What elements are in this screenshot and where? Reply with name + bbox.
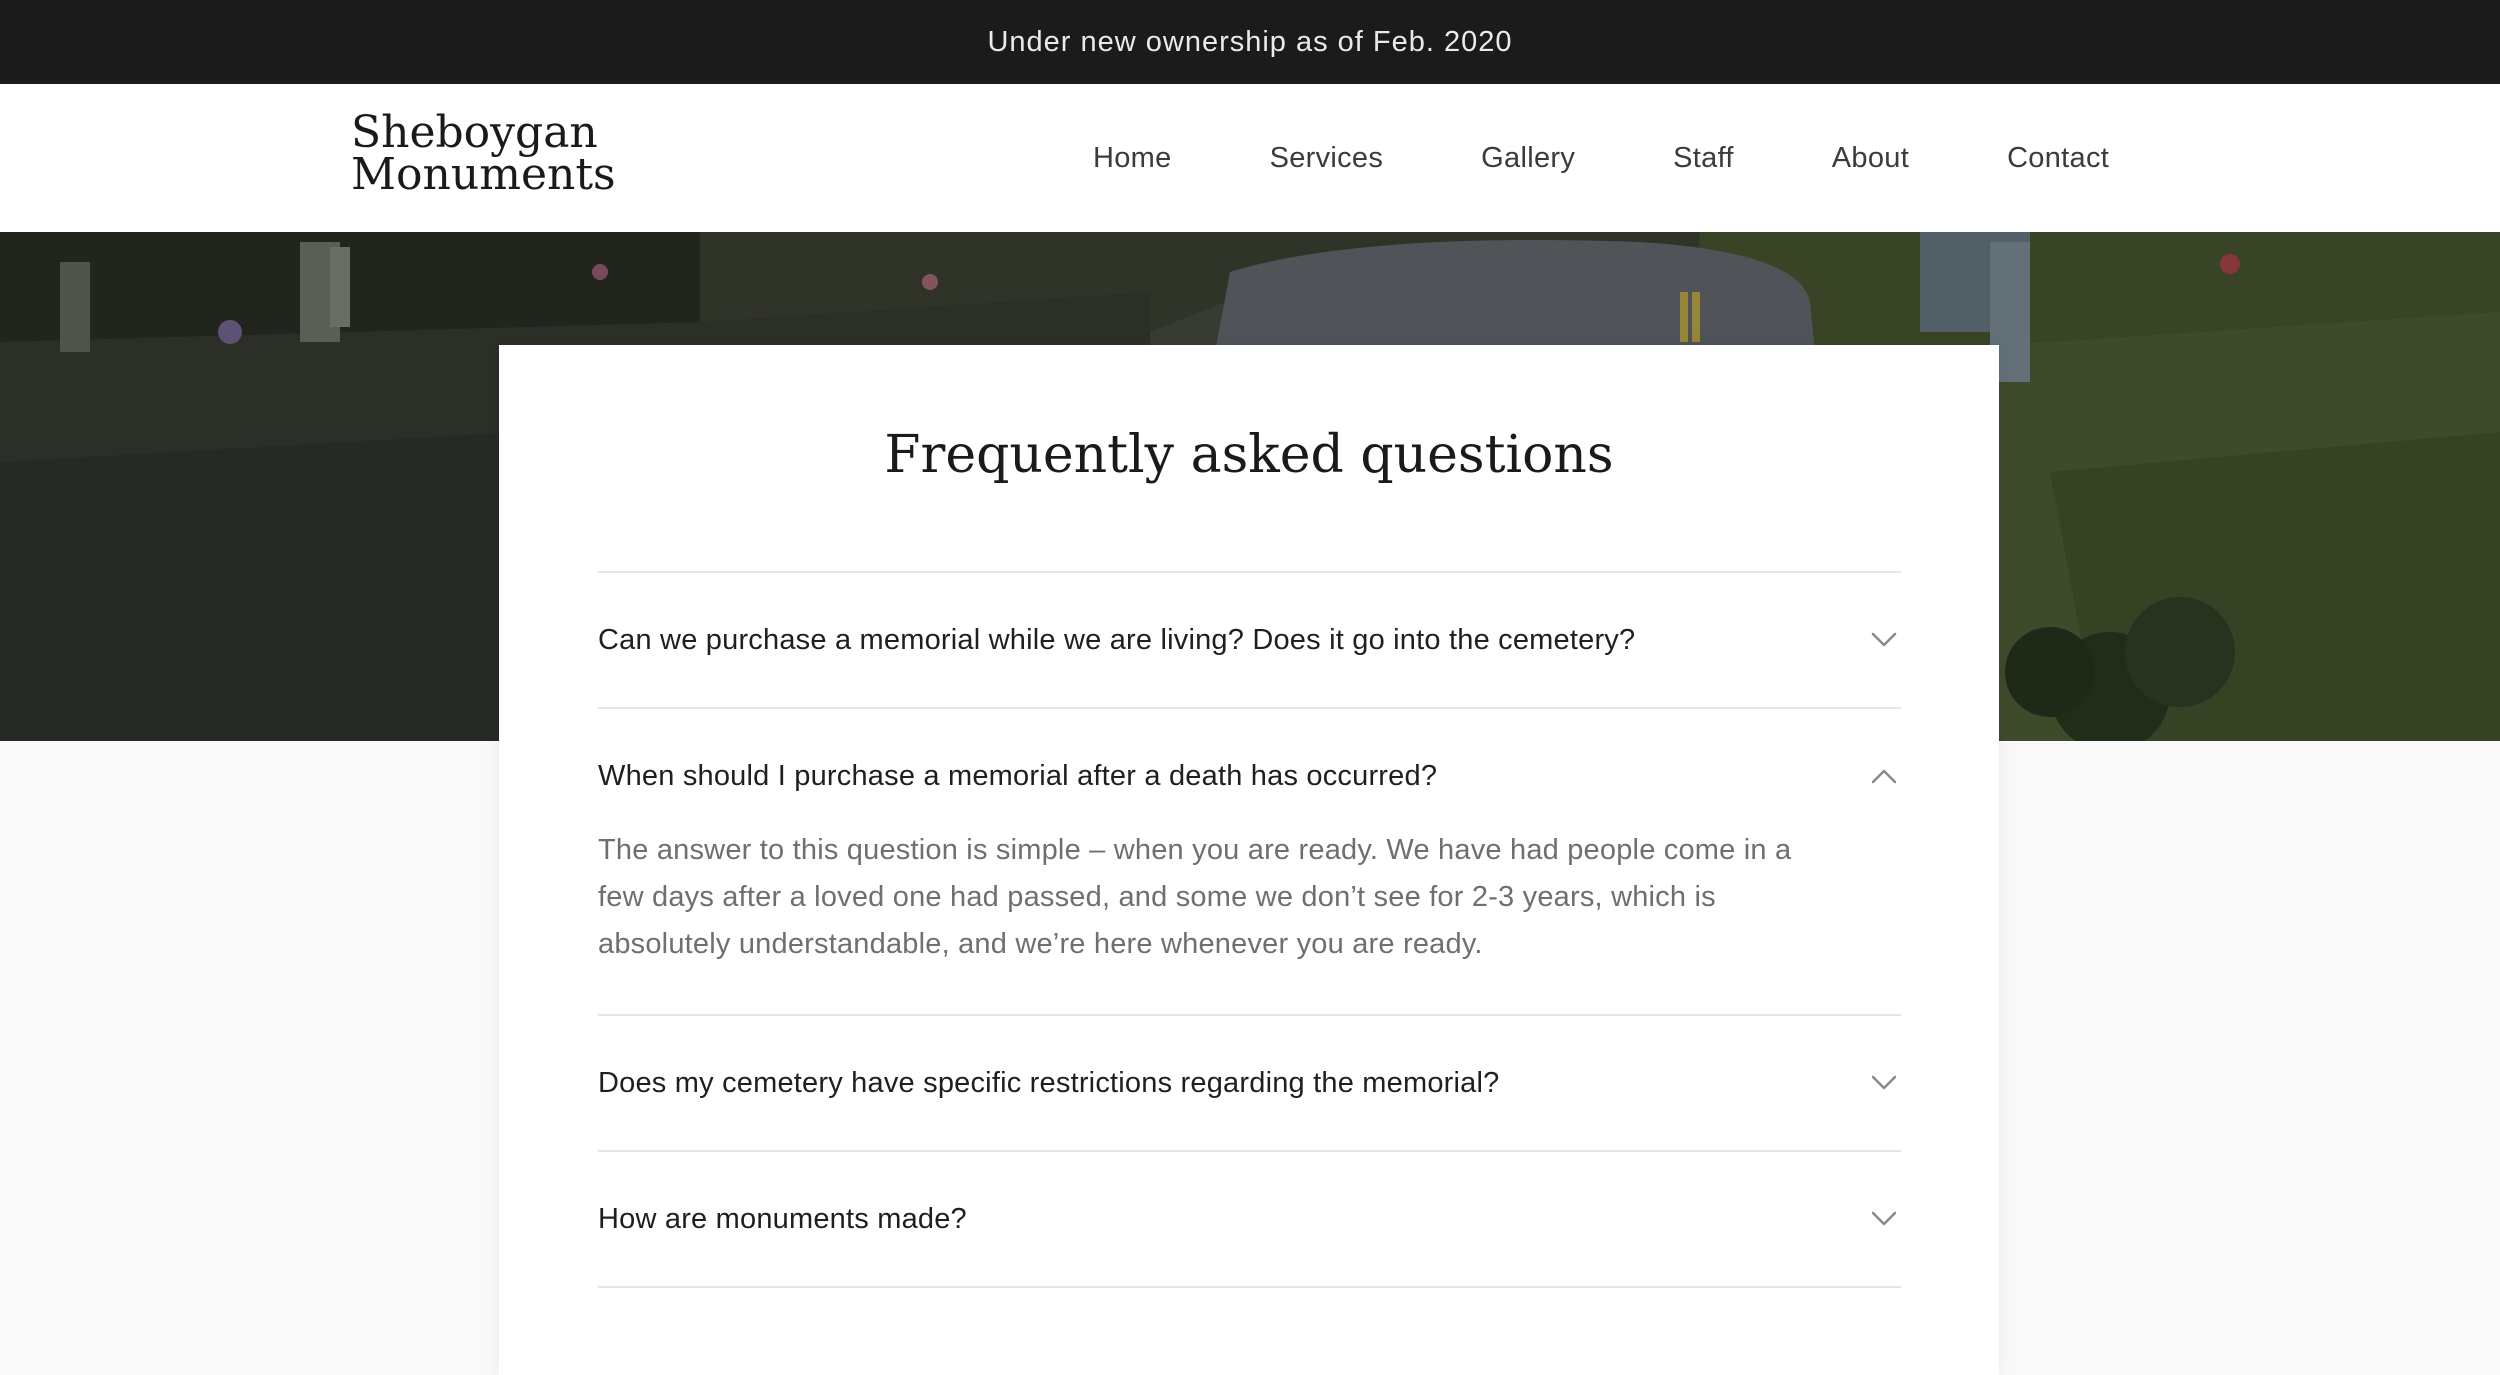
nav-item-gallery[interactable]: Gallery [1481,142,1575,175]
nav-item-services[interactable]: Services [1270,142,1384,175]
faq-list: Can we purchase a memorial while we are … [598,571,1901,1288]
faq-question-toggle[interactable]: Does my cemetery have specific restricti… [598,1016,1901,1150]
faq-title: Frequently asked questions [884,425,1614,485]
announcement-bar: Under new ownership as of Feb. 2020 [0,0,2500,84]
faq-question-toggle[interactable]: How are monuments made? [598,1152,1901,1286]
site-header: Sheboygan Monuments Home Services Galler… [0,84,2500,232]
main-nav: Home Services Gallery Staff About Contac… [1093,84,2109,232]
chevron-down-icon [1867,1066,1901,1100]
faq-question-toggle[interactable]: Can we purchase a memorial while we are … [598,573,1901,707]
nav-item-staff[interactable]: Staff [1673,142,1734,175]
faq-question-text: How are monuments made? [598,1202,967,1235]
faq-item: Can we purchase a memorial while we are … [598,573,1901,709]
logo-line-2: Monuments [351,149,616,200]
faq-item: Does my cemetery have specific restricti… [598,1016,1901,1152]
faq-question-text: Can we purchase a memorial while we are … [598,623,1636,656]
logo-line-1: Sheboygan [351,107,598,158]
faq-item: When should I purchase a memorial after … [598,709,1901,1016]
nav-item-about[interactable]: About [1832,142,1909,175]
chevron-up-icon [1867,759,1901,793]
announcement-text: Under new ownership as of Feb. 2020 [987,25,1513,58]
faq-item: How are monuments made? [598,1152,1901,1288]
nav-item-home[interactable]: Home [1093,142,1172,175]
chevron-down-icon [1867,623,1901,657]
faq-question-text: When should I purchase a memorial after … [598,759,1438,792]
faq-question-text: Does my cemetery have specific restricti… [598,1066,1500,1099]
chevron-down-icon [1867,1202,1901,1236]
faq-answer-text: The answer to this question is simple – … [598,834,1792,960]
nav-item-contact[interactable]: Contact [2007,142,2109,175]
site-logo[interactable]: Sheboygan Monuments [351,107,616,200]
faq-question-toggle[interactable]: When should I purchase a memorial after … [598,709,1901,843]
faq-card: Frequently asked questions Can we purcha… [499,345,1999,1375]
